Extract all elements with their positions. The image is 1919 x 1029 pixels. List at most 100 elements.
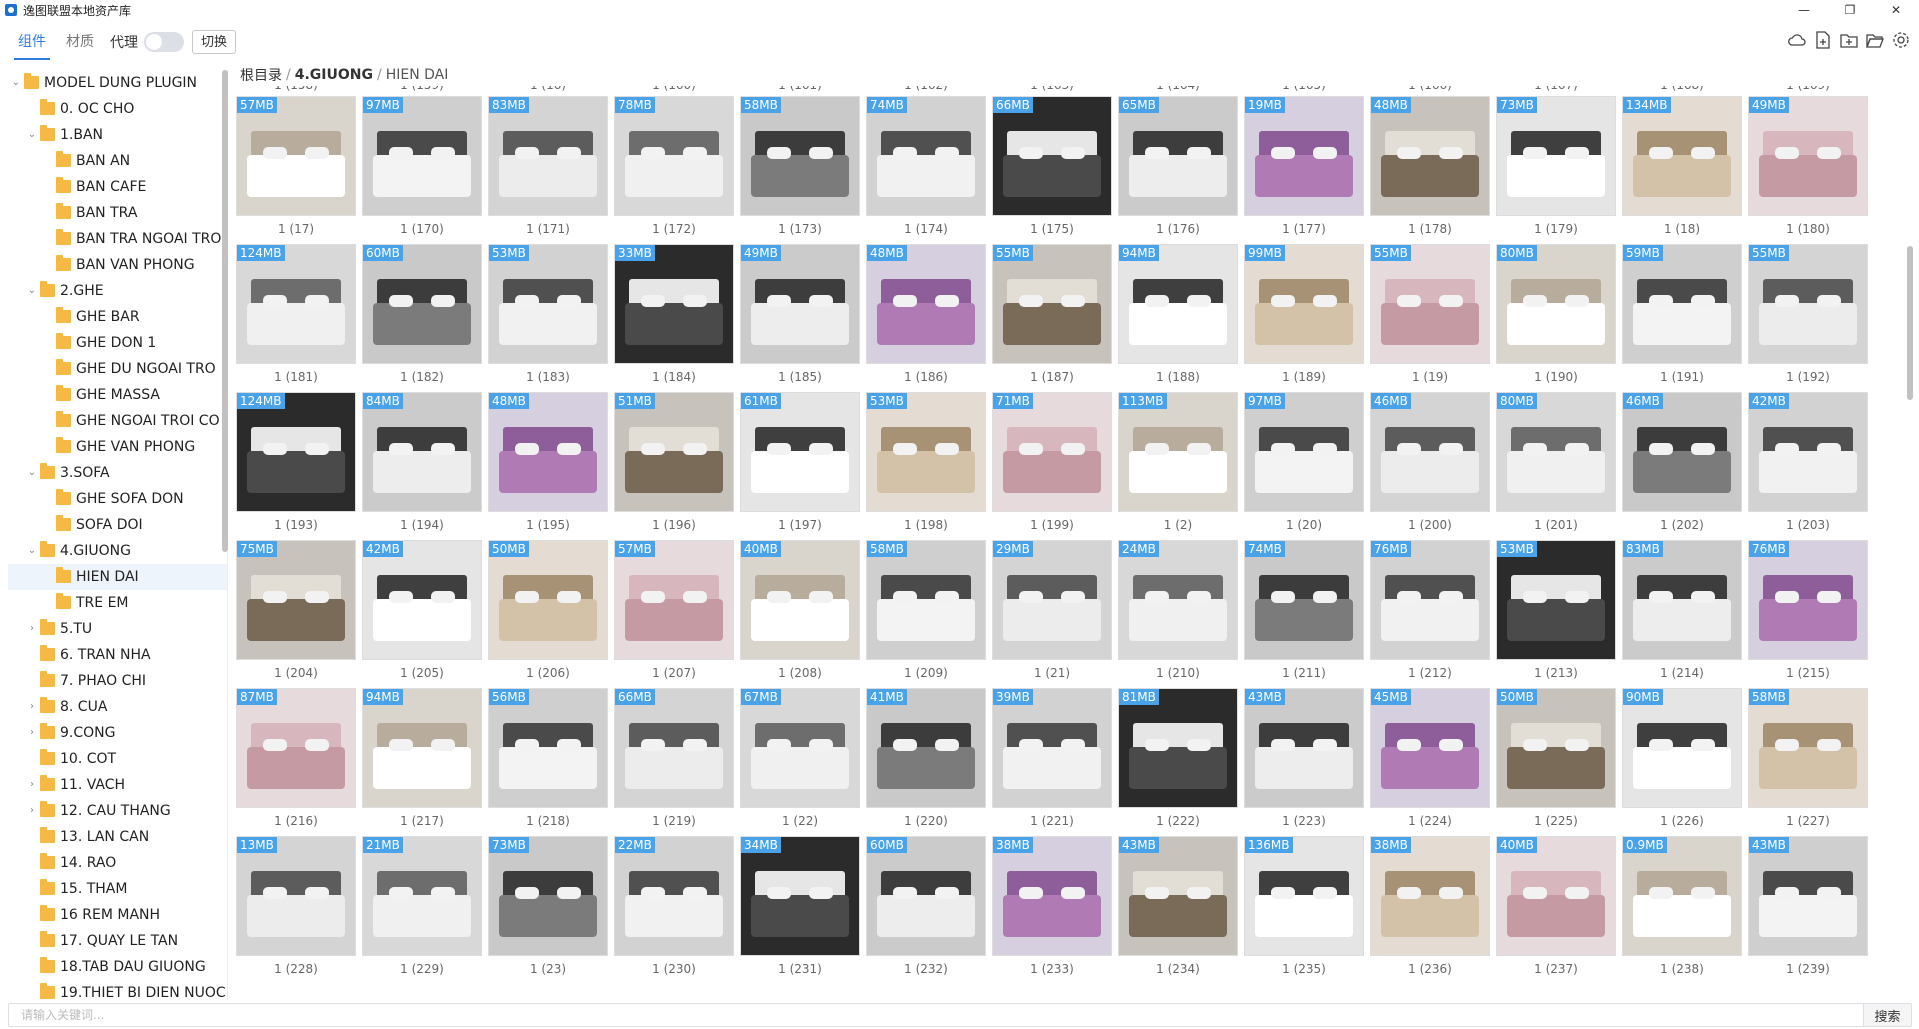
asset-thumbnail[interactable]: 99MB <box>1244 244 1364 364</box>
tree-item[interactable]: BAN CAFE <box>8 174 227 200</box>
tree-item[interactable]: 14. RAO <box>8 850 227 876</box>
tree-item[interactable]: GHE MASSA <box>8 382 227 408</box>
asset-card[interactable]: 55MB 1 (192) <box>1748 224 1868 384</box>
asset-card[interactable]: 94MB 1 (217) <box>362 668 482 828</box>
asset-thumbnail[interactable]: 46MB <box>1370 392 1490 512</box>
tree-item[interactable]: › 9.CONG <box>8 720 227 746</box>
tree-item[interactable]: 6. TRAN NHA <box>8 642 227 668</box>
tree-item[interactable]: ⌄ MODEL DUNG PLUGIN <box>8 70 227 96</box>
asset-thumbnail[interactable]: 83MB <box>488 96 608 216</box>
asset-thumbnail[interactable]: 43MB <box>1244 688 1364 808</box>
asset-thumbnail[interactable]: 124MB <box>236 244 356 364</box>
add-file-icon[interactable] <box>1813 30 1833 50</box>
asset-card[interactable]: 81MB 1 (222) <box>1118 668 1238 828</box>
asset-thumbnail[interactable]: 53MB <box>866 392 986 512</box>
asset-card[interactable]: 83MB 1 (171) <box>488 86 608 236</box>
grid-scrollbar[interactable] <box>1907 246 1913 400</box>
asset-thumbnail[interactable]: 81MB <box>1118 688 1238 808</box>
asset-thumbnail[interactable]: 48MB <box>1370 96 1490 216</box>
asset-card[interactable]: 48MB 1 (195) <box>488 372 608 532</box>
asset-card[interactable]: 73MB 1 (179) <box>1496 86 1616 236</box>
asset-thumbnail[interactable]: 43MB <box>1748 836 1868 956</box>
asset-thumbnail[interactable]: 124MB <box>236 392 356 512</box>
asset-thumbnail[interactable]: 84MB <box>362 392 482 512</box>
asset-card[interactable]: 99MB 1 (189) <box>1244 224 1364 384</box>
asset-card[interactable]: 43MB 1 (223) <box>1244 668 1364 828</box>
tree-item[interactable]: 0. OC CHO <box>8 96 227 122</box>
asset-thumbnail[interactable]: 48MB <box>866 244 986 364</box>
asset-thumbnail[interactable]: 80MB <box>1496 244 1616 364</box>
asset-thumbnail[interactable]: 38MB <box>992 836 1112 956</box>
asset-thumbnail[interactable]: 71MB <box>992 392 1112 512</box>
asset-thumbnail[interactable]: 43MB <box>1118 836 1238 956</box>
settings-icon[interactable] <box>1891 30 1911 50</box>
asset-card[interactable]: 55MB 1 (19) <box>1370 224 1490 384</box>
asset-card[interactable]: 46MB 1 (202) <box>1622 372 1742 532</box>
tree-item[interactable]: 19.THIET BI DIEN NUOC <box>8 980 227 1000</box>
asset-card[interactable]: 136MB 1 (235) <box>1244 816 1364 976</box>
asset-thumbnail[interactable]: 55MB <box>1748 244 1868 364</box>
asset-thumbnail[interactable]: 59MB <box>1622 244 1742 364</box>
asset-thumbnail[interactable]: 73MB <box>1496 96 1616 216</box>
chevron-down-icon[interactable]: ⌄ <box>26 122 38 148</box>
asset-card[interactable]: 38MB 1 (233) <box>992 816 1112 976</box>
asset-thumbnail[interactable]: 78MB <box>614 96 734 216</box>
tree-item[interactable]: ⌄ 1.BAN <box>8 122 227 148</box>
asset-card[interactable]: 124MB 1 (181) <box>236 224 356 384</box>
asset-thumbnail[interactable]: 94MB <box>1118 244 1238 364</box>
asset-card[interactable]: 49MB 1 (180) <box>1748 86 1868 236</box>
asset-thumbnail[interactable]: 66MB <box>992 96 1112 216</box>
asset-thumbnail[interactable]: 38MB <box>1370 836 1490 956</box>
asset-thumbnail[interactable]: 94MB <box>362 688 482 808</box>
asset-card[interactable]: 33MB 1 (184) <box>614 224 734 384</box>
asset-card[interactable]: 0.9MB 1 (238) <box>1622 816 1742 976</box>
asset-card[interactable]: 45MB 1 (224) <box>1370 668 1490 828</box>
asset-thumbnail[interactable]: 60MB <box>362 244 482 364</box>
tree-item[interactable]: ⌄ 2.GHE <box>8 278 227 304</box>
cloud-icon[interactable] <box>1787 30 1807 50</box>
asset-thumbnail[interactable]: 97MB <box>362 96 482 216</box>
asset-card[interactable]: 97MB 1 (170) <box>362 86 482 236</box>
chevron-down-icon[interactable]: ⌄ <box>26 538 38 564</box>
add-folder-icon[interactable] <box>1839 30 1859 50</box>
tree-item[interactable]: ⌄ 4.GIUONG <box>8 538 227 564</box>
tree-item[interactable]: BAN AN <box>8 148 227 174</box>
tree-item[interactable]: GHE SOFA DON <box>8 486 227 512</box>
asset-thumbnail[interactable]: 45MB <box>1370 688 1490 808</box>
tree-item[interactable]: › 8. CUA <box>8 694 227 720</box>
asset-card[interactable]: 78MB 1 (172) <box>614 86 734 236</box>
close-button[interactable]: ✕ <box>1873 0 1919 20</box>
tree-item[interactable]: GHE VAN PHONG <box>8 434 227 460</box>
asset-thumbnail[interactable]: 58MB <box>740 96 860 216</box>
asset-card[interactable]: 51MB 1 (196) <box>614 372 734 532</box>
tree-item[interactable]: BAN VAN PHONG <box>8 252 227 278</box>
proxy-toggle[interactable] <box>144 32 184 52</box>
tree-item[interactable]: GHE NGOAI TROI CO <box>8 408 227 434</box>
asset-card[interactable]: 66MB 1 (219) <box>614 668 734 828</box>
tree-item[interactable]: › 11. VACH <box>8 772 227 798</box>
asset-card[interactable]: 46MB 1 (200) <box>1370 372 1490 532</box>
tab-materials[interactable]: 材质 <box>56 27 104 57</box>
asset-thumbnail[interactable]: 41MB <box>866 688 986 808</box>
tree-item[interactable]: 10. COT <box>8 746 227 772</box>
asset-thumbnail[interactable]: 51MB <box>614 392 734 512</box>
maximize-button[interactable]: ❐ <box>1827 0 1873 20</box>
chevron-right-icon[interactable]: › <box>26 798 38 824</box>
asset-thumbnail[interactable]: 57MB <box>236 96 356 216</box>
asset-card[interactable]: 80MB 1 (201) <box>1496 372 1616 532</box>
asset-card[interactable]: 19MB 1 (177) <box>1244 86 1364 236</box>
asset-thumbnail[interactable]: 40MB <box>740 540 860 660</box>
minimize-button[interactable]: — <box>1781 0 1827 20</box>
asset-card[interactable]: 53MB 1 (198) <box>866 372 986 532</box>
asset-card[interactable]: 48MB 1 (186) <box>866 224 986 384</box>
chevron-right-icon[interactable]: › <box>26 694 38 720</box>
asset-thumbnail[interactable]: 65MB <box>1118 96 1238 216</box>
tree-item[interactable]: 7. PHAO CHI <box>8 668 227 694</box>
asset-card[interactable]: 53MB 1 (183) <box>488 224 608 384</box>
asset-card[interactable]: 38MB 1 (236) <box>1370 816 1490 976</box>
asset-card[interactable]: 50MB 1 (225) <box>1496 668 1616 828</box>
search-input[interactable] <box>9 1004 1863 1026</box>
asset-thumbnail[interactable]: 13MB <box>236 836 356 956</box>
asset-thumbnail[interactable]: 24MB <box>1118 540 1238 660</box>
asset-card[interactable]: 60MB 1 (182) <box>362 224 482 384</box>
